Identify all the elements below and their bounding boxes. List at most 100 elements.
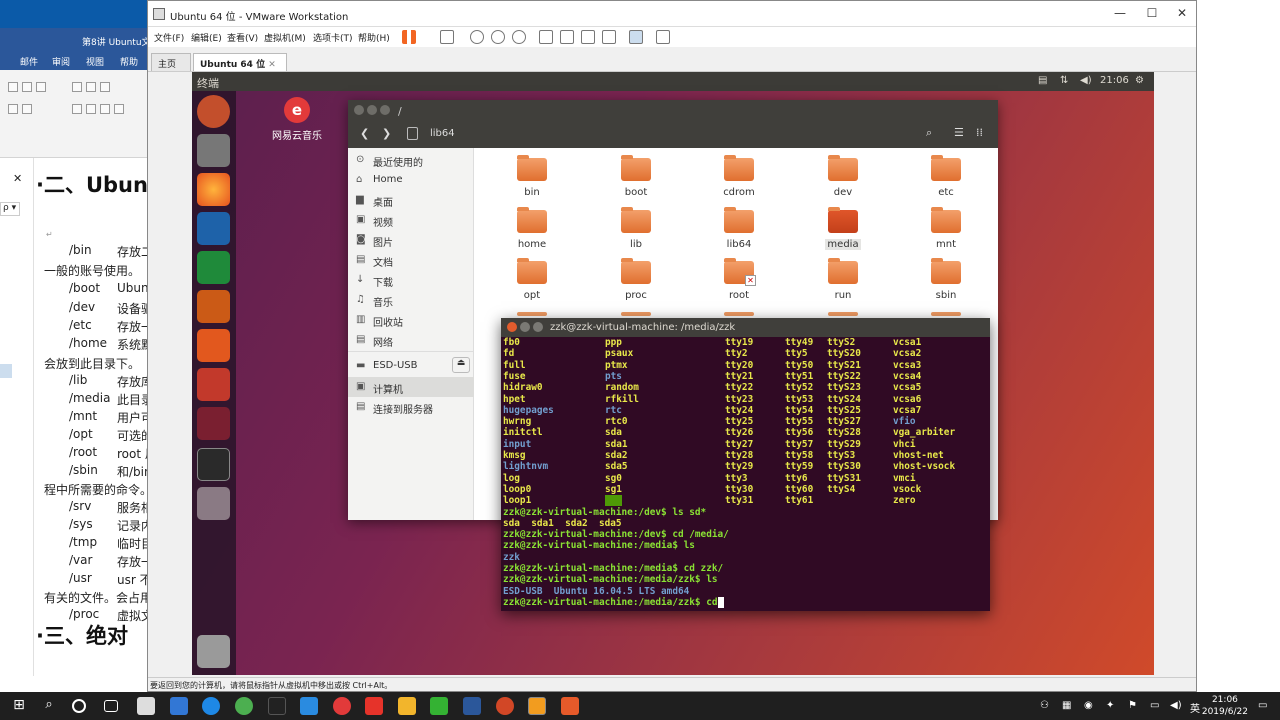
snapshot-icon[interactable] <box>470 30 484 44</box>
menu-vm[interactable]: 虚拟机(M) <box>264 31 306 44</box>
terminal-window[interactable]: zzk@zzk-virtual-machine: /media/zzk fb0 f… <box>501 318 990 611</box>
revert-snapshot-icon[interactable] <box>491 30 505 44</box>
console-view-icon[interactable] <box>629 30 643 44</box>
start-icon[interactable]: ⊞ <box>10 697 28 715</box>
libreoffice-writer-icon[interactable] <box>197 212 230 245</box>
word-tab-mail[interactable]: 邮件 <box>20 55 38 68</box>
sidebar-toggle-icon[interactable] <box>539 30 553 44</box>
sidebar-item-usb[interactable]: ▬ ESD-USB ⏏ <box>348 356 474 376</box>
cortana-icon[interactable] <box>72 699 86 713</box>
folder-item[interactable]: ✕ root <box>699 258 779 307</box>
dash-home-icon[interactable] <box>197 95 230 128</box>
ime-icon[interactable]: 英 <box>1190 700 1200 715</box>
ribbon-align-icon[interactable] <box>114 104 124 114</box>
minimize-icon[interactable] <box>520 322 530 332</box>
close-icon[interactable] <box>354 105 364 115</box>
close-icon[interactable]: ✕ <box>1172 6 1192 20</box>
taskbar-clock[interactable]: 21:06 2019/6/22 <box>1202 694 1248 718</box>
menu-edit[interactable]: 编辑(E) <box>191 31 222 44</box>
notifications-icon[interactable]: ▭ <box>1258 700 1267 711</box>
folder-item[interactable]: cdrom <box>699 155 779 204</box>
taskbar-netease-icon[interactable] <box>333 697 351 715</box>
send-keys-icon[interactable] <box>440 30 454 44</box>
sidebar-item-home[interactable]: ⌂ Home <box>348 170 474 190</box>
word-tab-help[interactable]: 帮助 <box>120 55 138 68</box>
taskbar-word-icon[interactable] <box>463 697 481 715</box>
terminal-output[interactable]: fb0 fd full fuse hidraw0 hpet hugepages hwrng in… <box>503 337 988 611</box>
netease-music-desktop-icon[interactable]: e 网易云音乐 <box>259 97 335 142</box>
sidebar-item-connect-server[interactable]: ▤ 连接到服务器 <box>348 397 474 417</box>
libreoffice-calc-icon[interactable] <box>197 251 230 284</box>
trash-icon[interactable] <box>197 635 230 668</box>
tab-home[interactable]: 主页 <box>151 53 191 71</box>
libreoffice-impress-icon[interactable] <box>197 290 230 323</box>
ribbon-font-icon[interactable] <box>36 82 46 92</box>
people-icon[interactable]: ⚇ <box>1040 700 1049 711</box>
vm-screen[interactable]: 终端 ▤ ⇅ ◀) 21:06 ⚙ e 网易云音乐 / ❮ ❯ lib64 ⌕ … <box>192 72 1154 675</box>
nav-search-icon[interactable]: ρ ▾ <box>0 202 20 216</box>
sidebar-item-pictures[interactable]: ◙ 图片 <box>348 230 474 250</box>
menu-view[interactable]: 查看(V) <box>227 31 258 44</box>
sidebar-item-video[interactable]: ▣ 视频 <box>348 210 474 230</box>
sidebar-item-desktop[interactable]: ▆ 桌面 <box>348 190 474 210</box>
taskbar-app-icon[interactable] <box>137 697 155 715</box>
ribbon-font-icon[interactable] <box>22 82 32 92</box>
minimize-icon[interactable]: — <box>1110 6 1130 20</box>
taskbar-vmware-icon[interactable] <box>528 697 546 715</box>
snapshot-manager-icon[interactable] <box>512 30 526 44</box>
sidebar-item-downloads[interactable]: ↓ 下载 <box>348 270 474 290</box>
folder-item[interactable]: dev <box>803 155 883 204</box>
ribbon-color-icon[interactable] <box>8 104 18 114</box>
usb-drive-icon[interactable] <box>197 487 230 520</box>
system-settings-icon[interactable] <box>197 407 230 440</box>
tray-icon[interactable]: ▦ <box>1062 700 1071 711</box>
folder-item[interactable]: etc <box>906 155 986 204</box>
maximize-icon[interactable] <box>533 322 543 332</box>
terminal-app-icon[interactable] <box>197 448 230 481</box>
eject-icon[interactable]: ⏏ <box>452 357 470 373</box>
thumbnail-icon[interactable] <box>560 30 574 44</box>
taskbar-app-icon[interactable] <box>561 697 579 715</box>
folder-item[interactable]: run <box>803 258 883 307</box>
ubuntu-desktop[interactable]: 终端 ▤ ⇅ ◀) 21:06 ⚙ e 网易云音乐 / ❮ ❯ lib64 ⌕ … <box>192 72 1154 675</box>
search-icon[interactable]: ⌕ <box>40 697 58 715</box>
word-tab-view[interactable]: 视图 <box>86 55 104 68</box>
network-status-icon[interactable]: ⇅ <box>1060 75 1068 86</box>
ribbon-list-icon[interactable] <box>100 82 110 92</box>
taskbar-edge-icon[interactable] <box>170 697 188 715</box>
tab-close-icon[interactable]: ✕ <box>268 60 276 70</box>
folder-item[interactable]: media <box>803 207 883 256</box>
network-icon[interactable]: ▭ <box>1150 700 1159 711</box>
nav-close-icon[interactable]: ✕ <box>13 172 22 185</box>
forward-icon[interactable]: ❯ <box>382 127 391 140</box>
taskbar-app-icon[interactable] <box>235 697 253 715</box>
ribbon-list-icon[interactable] <box>86 82 96 92</box>
back-icon[interactable]: ❮ <box>360 127 369 140</box>
minimize-icon[interactable] <box>367 105 377 115</box>
taskbar-folder-icon[interactable] <box>398 697 416 715</box>
volume-icon[interactable]: ◀) <box>1080 75 1092 86</box>
taskbar-browser-icon[interactable] <box>202 697 220 715</box>
sidebar-item-recent[interactable]: ⊙ 最近使用的 <box>348 150 474 170</box>
tray-icon[interactable]: ◉ <box>1084 700 1093 711</box>
unity-icon[interactable] <box>602 30 616 44</box>
sidebar-item-documents[interactable]: ▤ 文档 <box>348 250 474 270</box>
menu-file[interactable]: 文件(F) <box>154 31 184 44</box>
list-view-icon[interactable]: ☰ <box>954 126 964 139</box>
folder-item[interactable]: opt <box>492 258 572 307</box>
folder-item[interactable]: bin <box>492 155 572 204</box>
word-tab-review[interactable]: 审阅 <box>52 55 70 68</box>
ribbon-align-icon[interactable] <box>72 104 82 114</box>
tab-ubuntu[interactable]: Ubuntu 64 位 ✕ <box>193 53 287 71</box>
taskbar-app-icon[interactable] <box>300 697 318 715</box>
ribbon-list-icon[interactable] <box>72 82 82 92</box>
menu-tabs[interactable]: 选项卡(T) <box>313 31 353 44</box>
taskbar-powerpoint-icon[interactable] <box>496 697 514 715</box>
sidebar-item-music[interactable]: ♫ 音乐 <box>348 290 474 310</box>
software-center-icon[interactable] <box>197 329 230 362</box>
folder-item[interactable]: lib64 <box>699 207 779 256</box>
task-view-icon[interactable] <box>104 700 118 712</box>
tray-icon[interactable]: ⚑ <box>1128 700 1137 711</box>
taskbar-qq-icon[interactable] <box>268 697 286 715</box>
fullscreen-icon[interactable] <box>581 30 595 44</box>
